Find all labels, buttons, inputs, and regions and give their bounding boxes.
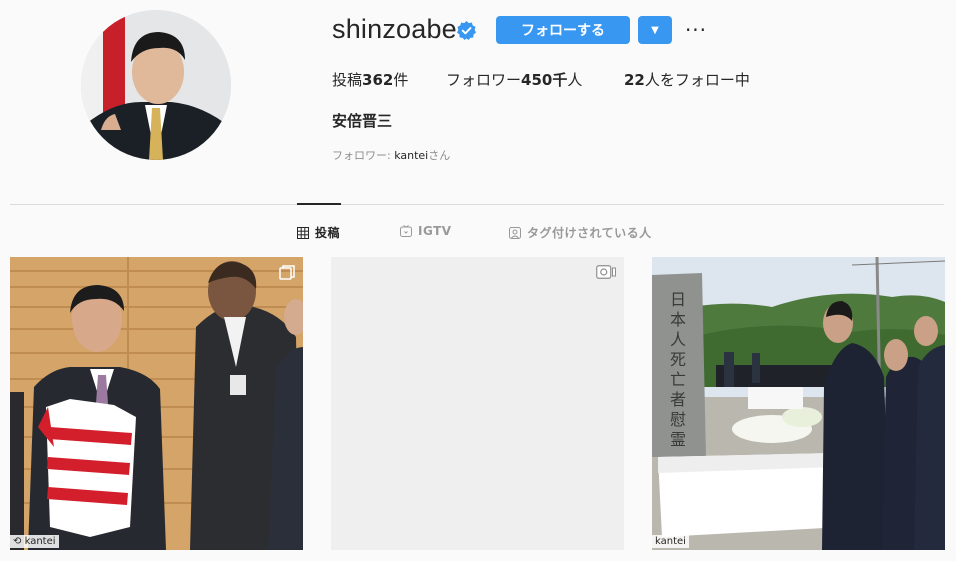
caret-down-icon: ▼ bbox=[651, 24, 659, 36]
suggested-dropdown-button[interactable]: ▼ bbox=[638, 16, 672, 44]
svg-text:人: 人 bbox=[670, 330, 686, 349]
post-credit-badge: kantei bbox=[652, 535, 689, 548]
avatar-image bbox=[81, 10, 231, 160]
svg-text:亡: 亡 bbox=[670, 370, 686, 389]
svg-text:本: 本 bbox=[670, 310, 686, 329]
post-credit: kantei bbox=[655, 536, 686, 547]
post-thumbnail[interactable]: 日本人 死亡者 慰霊 kantei bbox=[652, 257, 945, 550]
tab-igtv-label: IGTV bbox=[418, 224, 452, 238]
active-tab-indicator bbox=[297, 203, 341, 205]
svg-text:霊: 霊 bbox=[670, 430, 686, 449]
followers-link[interactable]: フォロワー450千人 bbox=[446, 69, 582, 90]
profile-username: shinzoabe bbox=[332, 14, 457, 44]
followed-by-suffix: さん bbox=[428, 149, 451, 162]
post-image-memorial: 日本人 死亡者 慰霊 bbox=[652, 257, 945, 550]
following-number: 22 bbox=[624, 71, 645, 89]
repost-icon: ⟲ bbox=[13, 536, 22, 547]
followers-number: 450千 bbox=[521, 71, 568, 89]
more-options-icon[interactable]: ··· bbox=[684, 18, 708, 42]
tab-tagged-label: タグ付けされている人 bbox=[527, 226, 652, 240]
following-link[interactable]: 22人をフォロー中 bbox=[624, 69, 750, 90]
memorial-inscription: 日本人 死亡者 慰霊 bbox=[670, 290, 686, 449]
followed-by-account[interactable]: kantei bbox=[394, 149, 428, 162]
following-label: 人をフォロー中 bbox=[644, 71, 750, 89]
tab-posts[interactable]: 投稿 bbox=[297, 224, 340, 241]
posts-count: 投稿362件 bbox=[332, 69, 408, 90]
svg-text:日: 日 bbox=[670, 290, 686, 309]
post-thumbnail[interactable] bbox=[331, 257, 624, 550]
followers-label: フォロワー bbox=[446, 71, 522, 89]
tab-tagged[interactable]: タグ付けされている人 bbox=[509, 224, 652, 241]
tagged-icon bbox=[509, 226, 521, 239]
followed-by[interactable]: フォロワー: kanteiさん bbox=[332, 147, 450, 163]
svg-text:死: 死 bbox=[670, 350, 686, 369]
svg-text:者: 者 bbox=[670, 390, 686, 409]
posts-number: 362 bbox=[362, 71, 394, 89]
tabs-divider bbox=[10, 204, 944, 205]
post-credit-badge: ⟲ kantei bbox=[10, 535, 59, 548]
post-image-rugby-jersey bbox=[10, 257, 303, 550]
grid-icon bbox=[297, 226, 309, 239]
igtv-post-icon bbox=[596, 265, 616, 279]
posts-unit: 件 bbox=[393, 71, 409, 89]
igtv-icon bbox=[400, 225, 412, 237]
svg-text:慰: 慰 bbox=[670, 410, 686, 429]
followers-unit: 人 bbox=[567, 71, 583, 89]
tab-igtv[interactable]: IGTV bbox=[400, 224, 452, 238]
profile-full-name: 安倍晋三 bbox=[332, 112, 393, 130]
carousel-icon bbox=[279, 265, 295, 280]
tab-posts-label: 投稿 bbox=[315, 226, 341, 240]
followed-by-prefix: フォロワー: bbox=[332, 149, 395, 162]
profile-avatar[interactable] bbox=[81, 10, 231, 160]
post-thumbnail[interactable]: ⟲ kantei bbox=[10, 257, 303, 550]
verified-badge-icon bbox=[457, 21, 476, 40]
post-credit: kantei bbox=[24, 536, 56, 547]
follow-button[interactable]: フォローする bbox=[496, 16, 630, 44]
posts-label: 投稿 bbox=[332, 71, 363, 89]
